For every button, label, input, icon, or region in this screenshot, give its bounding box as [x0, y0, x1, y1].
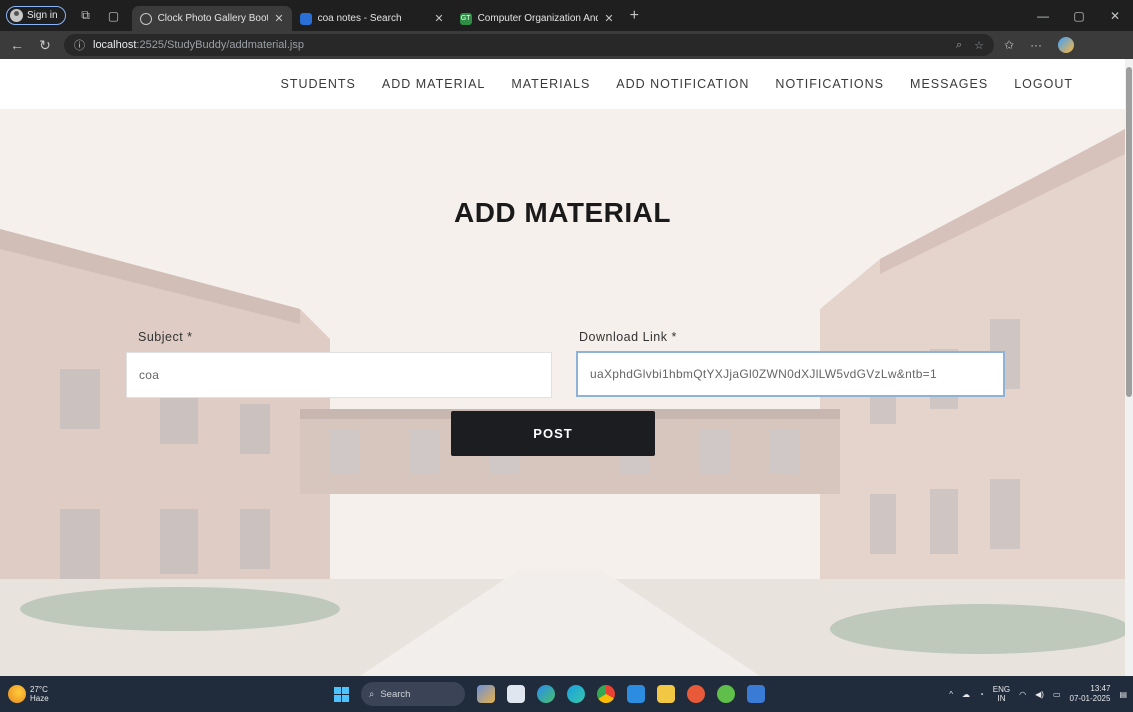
volume-icon[interactable]: ◀) [1035, 690, 1044, 699]
close-tab-icon[interactable]: ✕ [434, 12, 443, 25]
weather-widget[interactable]: 27°C Haze [8, 685, 49, 703]
close-window-icon[interactable]: ✕ [1097, 9, 1133, 23]
page-title: ADD MATERIAL [453, 197, 671, 228]
refresh-icon[interactable]: ↻ [34, 37, 56, 54]
tab-actions-icon[interactable]: ▢ [106, 8, 122, 24]
nav-students[interactable]: STUDENTS [281, 77, 356, 91]
clock-date: 07-01-2025 [1069, 694, 1111, 703]
gfg-favicon-icon: GT [459, 12, 472, 25]
weather-desc: Haze [30, 694, 49, 703]
zoom-icon[interactable]: ⌕ [956, 39, 962, 52]
taskbar-search[interactable]: ⌕ Search [361, 682, 465, 706]
cloud-icon[interactable]: ☁ [962, 690, 970, 699]
tab-clock-photo-gallery[interactable]: Clock Photo Gallery Bootstrap Re ✕ [131, 6, 292, 31]
favorites-icon[interactable]: ✩ [1004, 38, 1014, 52]
notification-icon[interactable]: ▤ [1119, 690, 1127, 699]
nav-logout[interactable]: LOGOUT [1014, 77, 1073, 91]
edge-browser-icon[interactable] [537, 685, 555, 703]
globe-icon [139, 12, 152, 25]
nav-add-material[interactable]: ADD MATERIAL [382, 77, 485, 91]
workspaces-icon[interactable]: ⧉ [78, 8, 94, 24]
nav-notifications[interactable]: NOTIFICATIONS [775, 77, 884, 91]
hero-background: ADD MATERIAL Subject * Download Link * P… [0, 109, 1125, 676]
weather-temp: 27°C [30, 685, 48, 694]
download-link-label: Download Link * [579, 330, 677, 344]
store-icon[interactable] [627, 685, 645, 703]
subject-input[interactable] [126, 352, 552, 398]
widgets-icon[interactable] [477, 685, 495, 703]
file-explorer-icon[interactable] [657, 685, 675, 703]
nav-add-notification[interactable]: ADD NOTIFICATION [616, 77, 749, 91]
chevron-up-icon[interactable]: ^ [949, 690, 953, 699]
nav-materials[interactable]: MATERIALS [511, 77, 590, 91]
chrome-icon[interactable] [597, 685, 615, 703]
task-view-icon[interactable] [507, 685, 525, 703]
windows-taskbar: 27°C Haze ⌕ Search ^ ☁ ◔ ENG IN ◠ ◀) ▭ 1… [0, 676, 1133, 712]
subject-label: Subject * [138, 330, 193, 344]
search-favicon-icon [299, 12, 312, 25]
app-green-icon[interactable] [717, 685, 735, 703]
tab-computer-organization[interactable]: GT Computer Organization And Arc ✕ [452, 6, 622, 31]
web-page: STUDENTS ADD MATERIAL MATERIALS ADD NOTI… [0, 59, 1133, 676]
system-tray: ^ ☁ ◔ ENG IN ◠ ◀) ▭ 13:47 07-01-2025 ▤ [949, 676, 1127, 712]
taskbar-apps: ⌕ Search [334, 676, 765, 712]
close-tab-icon[interactable]: ✕ [274, 12, 283, 25]
favorite-star-icon[interactable]: ☆ [974, 39, 984, 52]
top-navbar: STUDENTS ADD MATERIAL MATERIALS ADD NOTI… [0, 59, 1125, 109]
copilot-app-icon[interactable] [567, 685, 585, 703]
url-path: :2525/StudyBuddy/addmaterial.jsp [136, 39, 304, 51]
wifi-icon[interactable]: ◠ [1019, 690, 1026, 699]
copilot-icon[interactable] [1058, 37, 1075, 53]
window-controls: — ▢ ✕ [1025, 0, 1133, 31]
app-blue-icon[interactable] [747, 685, 765, 703]
address-bar[interactable]: ⓘ localhost :2525/StudyBuddy/addmaterial… [64, 34, 994, 56]
url-host: localhost [93, 39, 137, 51]
search-label: Search [380, 688, 411, 700]
tab-title: Clock Photo Gallery Bootstrap Re [157, 13, 269, 24]
page-scrollbar[interactable] [1125, 59, 1133, 676]
nav-messages[interactable]: MESSAGES [910, 77, 988, 91]
more-menu-icon[interactable]: ··· [1030, 38, 1042, 52]
close-tab-icon[interactable]: ✕ [604, 12, 613, 25]
weather-sun-icon [8, 685, 26, 703]
back-arrow-icon[interactable]: ← [6, 37, 28, 53]
tab-title: coa notes - Search [317, 13, 402, 24]
windows-start-icon[interactable] [334, 686, 349, 702]
maximize-icon[interactable]: ▢ [1061, 9, 1097, 23]
screen: Sign in ⧉ ▢ Clock Photo Gallery Bootstra… [0, 0, 1133, 712]
scrollbar-thumb[interactable] [1126, 67, 1132, 397]
onedrive-icon[interactable]: ◔ [979, 690, 984, 699]
battery-icon[interactable]: ▭ [1053, 690, 1061, 699]
avatar-icon [10, 9, 23, 22]
language-indicator[interactable]: ENG IN [993, 685, 1010, 703]
clock-time: 13:47 [1090, 684, 1111, 693]
search-icon: ⌕ [369, 688, 375, 700]
post-button[interactable]: POST [451, 411, 655, 456]
browser-tab-strip: Sign in ⧉ ▢ Clock Photo Gallery Bootstra… [0, 0, 1133, 31]
tab-title: Computer Organization And Arc [477, 13, 599, 24]
profile-button[interactable]: Sign in [6, 6, 66, 25]
browser-toolbar: ← ↻ ⓘ localhost :2525/StudyBuddy/addmate… [0, 31, 1133, 59]
info-icon[interactable]: ⓘ [74, 37, 85, 53]
tab-coa-notes-search[interactable]: coa notes - Search ✕ [292, 6, 452, 31]
toolbar-actions: ✩ ··· [1004, 37, 1075, 53]
new-tab-button[interactable]: + [630, 7, 639, 25]
profile-label: Sign in [27, 10, 58, 21]
app-red-icon[interactable] [687, 685, 705, 703]
clock[interactable]: 13:47 07-01-2025 [1070, 684, 1111, 704]
download-link-input[interactable] [576, 351, 1005, 397]
minimize-icon[interactable]: — [1025, 9, 1061, 23]
